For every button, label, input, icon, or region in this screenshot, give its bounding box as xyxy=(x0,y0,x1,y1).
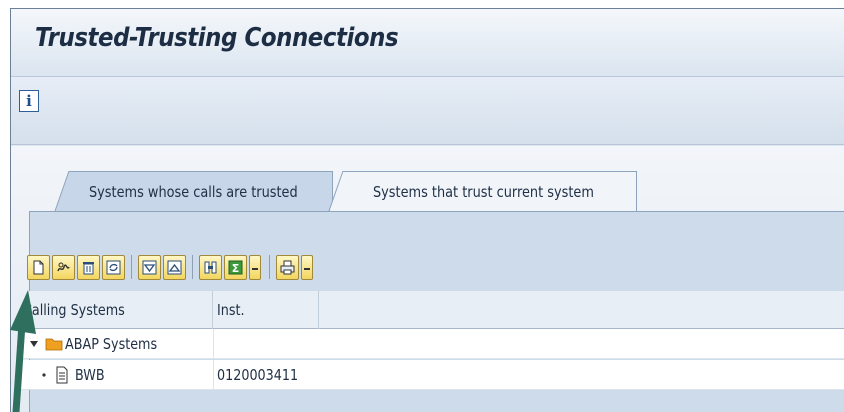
svg-text:Σ: Σ xyxy=(232,262,240,275)
grid-toolbar: Σ xyxy=(27,252,317,282)
annotation-arrow-icon xyxy=(10,290,36,412)
table-row[interactable]: BWB 0120003411 xyxy=(19,360,844,390)
tab-systems-that-trust-current-system[interactable]: Systems that trust current system xyxy=(329,171,637,211)
application-toolbar: i xyxy=(11,77,844,145)
column-header-calling-systems[interactable]: Calling Systems xyxy=(19,291,213,329)
folder-icon xyxy=(45,329,63,359)
column-header-inst[interactable]: Inst. xyxy=(213,291,319,329)
toolbar-separator xyxy=(131,255,132,279)
grid-header: Calling Systems Inst. xyxy=(19,291,844,329)
sap-window: Trusted-Trusting Connections i Systems w… xyxy=(10,8,844,412)
page-title: Trusted-Trusting Connections xyxy=(35,23,399,53)
sum-dropdown-icon[interactable] xyxy=(249,254,261,280)
tree-node-label: ABAP Systems xyxy=(65,335,158,353)
toolbar-separator xyxy=(269,255,270,279)
document-icon xyxy=(55,360,69,390)
display-change-icon[interactable] xyxy=(52,254,75,280)
title-bar: Trusted-Trusting Connections xyxy=(11,9,844,77)
create-icon[interactable] xyxy=(27,254,50,280)
tab-label: Systems that trust current system xyxy=(372,182,594,201)
info-icon[interactable]: i xyxy=(19,90,39,112)
toolbar-separator xyxy=(192,255,193,279)
sort-ascending-icon[interactable] xyxy=(138,254,161,280)
print-icon[interactable] xyxy=(276,254,299,280)
find-icon[interactable] xyxy=(199,254,222,280)
delete-icon[interactable] xyxy=(77,254,100,280)
tree-node-label: BWB xyxy=(75,366,105,384)
sort-descending-icon[interactable] xyxy=(163,254,186,280)
table-row[interactable]: ABAP Systems xyxy=(19,329,844,359)
refresh-icon[interactable] xyxy=(102,254,125,280)
tab-outline xyxy=(54,170,344,212)
print-dropdown-icon[interactable] xyxy=(301,254,313,280)
sum-icon[interactable]: Σ xyxy=(224,254,247,280)
inst-value: 0120003411 xyxy=(217,366,299,384)
main-content: Systems whose calls are trusted Systems … xyxy=(11,146,844,412)
